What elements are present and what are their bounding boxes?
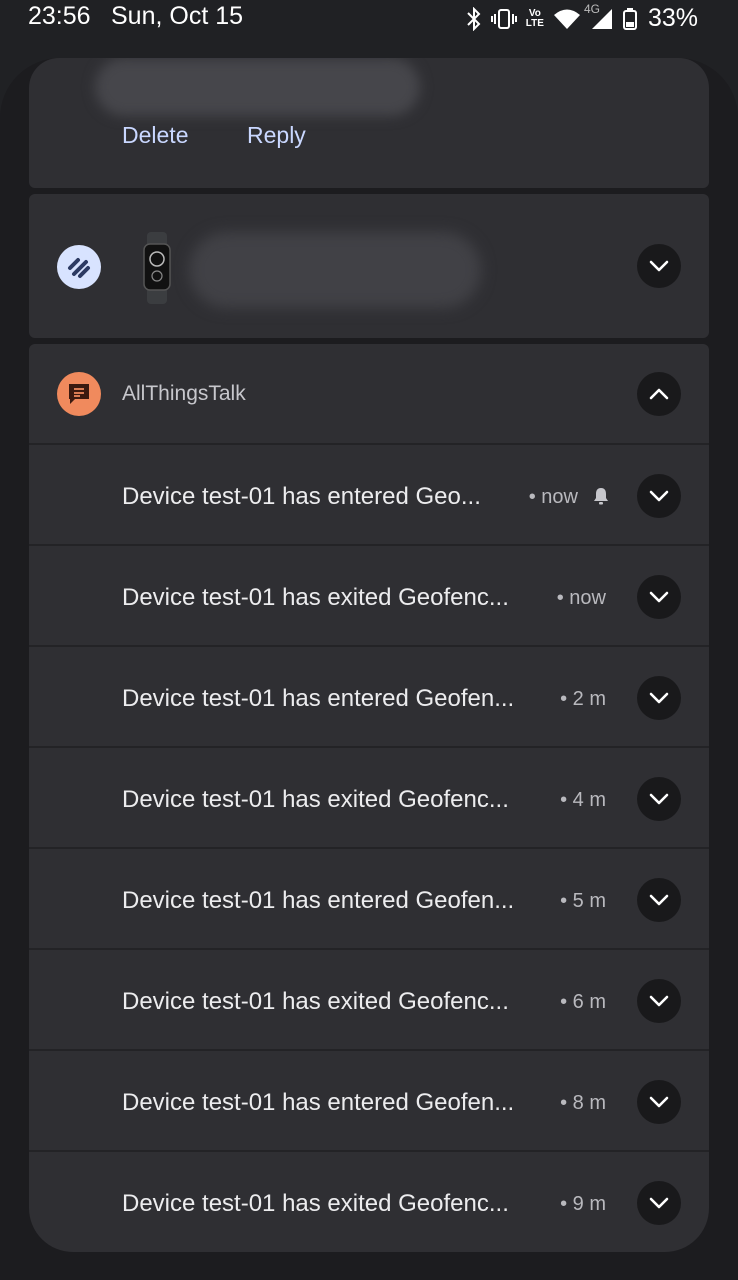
reply-button[interactable]: Reply: [247, 122, 306, 149]
notification-row[interactable]: Device test-01 has exited Geofenc... • n…: [29, 546, 709, 647]
bluetooth-icon: [466, 6, 482, 31]
status-icons: Vo LTE 4G 33%: [466, 2, 698, 33]
fitness-app-icon: [57, 245, 101, 289]
chevron-down-icon: [649, 793, 669, 805]
notification-time: • now: [556, 587, 606, 609]
vibrate-icon: [490, 8, 517, 30]
redacted-fitness-content: [189, 232, 481, 308]
notification-row[interactable]: Device test-01 has exited Geofenc... • 9…: [29, 1152, 709, 1251]
notification-time: • 4 m: [560, 789, 606, 811]
signal-icon: 4G: [584, 2, 614, 30]
expand-button[interactable]: [637, 575, 681, 619]
status-bar: 23:56 Sun, Oct 15 Vo LTE 4G 33%: [0, 0, 738, 34]
redacted-message-content: [95, 58, 420, 116]
notification-time: • 9 m: [560, 1193, 606, 1215]
expand-button[interactable]: [637, 1080, 681, 1124]
battery-percentage: 33%: [647, 4, 698, 32]
smart-band-image: [141, 232, 173, 309]
expand-button[interactable]: [637, 1181, 681, 1225]
chevron-down-icon: [649, 260, 669, 272]
expand-button[interactable]: [637, 777, 681, 821]
notification-time: • now: [528, 486, 578, 508]
collapse-button[interactable]: [637, 372, 681, 416]
notification-title: Device test-01 has exited Geofenc...: [122, 786, 509, 813]
chevron-down-icon: [649, 490, 669, 502]
notification-time: • 6 m: [560, 991, 606, 1013]
chevron-down-icon: [649, 1096, 669, 1108]
notification-title: Device test-01 has exited Geofenc...: [122, 1190, 509, 1217]
fitness-notification-card[interactable]: [29, 194, 709, 338]
expand-button[interactable]: [637, 878, 681, 922]
notification-time: • 8 m: [560, 1092, 606, 1114]
expand-button[interactable]: [637, 244, 681, 288]
chevron-down-icon: [649, 894, 669, 906]
notification-title: Device test-01 has exited Geofenc...: [122, 988, 509, 1015]
volte-icon: Vo LTE: [525, 7, 544, 29]
chevron-down-icon: [649, 692, 669, 704]
status-time: 23:56: [28, 2, 91, 30]
chevron-down-icon: [649, 1197, 669, 1209]
allthingstalk-notification-group: AllThingsTalk Device test-01 has entered…: [29, 344, 709, 1252]
battery-icon: [622, 7, 637, 30]
wifi-icon: [553, 8, 581, 30]
notification-title: Device test-01 has entered Geofen...: [122, 887, 515, 914]
notification-title: Device test-01 has entered Geo...: [122, 483, 481, 510]
notification-row[interactable]: Device test-01 has entered Geofen... • 8…: [29, 1051, 709, 1152]
message-notification-card[interactable]: Delete Reply: [29, 58, 709, 188]
bell-icon: [591, 486, 611, 511]
notification-row[interactable]: Device test-01 has entered Geo... • now: [29, 445, 709, 546]
chevron-up-icon: [649, 388, 669, 400]
group-header[interactable]: AllThingsTalk: [29, 344, 709, 445]
notification-row[interactable]: Device test-01 has exited Geofenc... • 4…: [29, 748, 709, 849]
notification-row[interactable]: Device test-01 has entered Geofen... • 5…: [29, 849, 709, 950]
delete-button[interactable]: Delete: [122, 122, 188, 149]
notification-title: Device test-01 has entered Geofen...: [122, 685, 515, 712]
notification-time: • 5 m: [560, 890, 606, 912]
app-name: AllThingsTalk: [122, 382, 246, 405]
expand-button[interactable]: [637, 676, 681, 720]
chevron-down-icon: [649, 591, 669, 603]
status-date: Sun, Oct 15: [111, 2, 244, 30]
chevron-down-icon: [649, 995, 669, 1007]
message-icon: [57, 372, 101, 416]
notification-row[interactable]: Device test-01 has exited Geofenc... • 6…: [29, 950, 709, 1051]
expand-button[interactable]: [637, 474, 681, 518]
notification-title: Device test-01 has entered Geofen...: [122, 1089, 515, 1116]
notification-row[interactable]: Device test-01 has entered Geofen... • 2…: [29, 647, 709, 748]
expand-button[interactable]: [637, 979, 681, 1023]
notification-title: Device test-01 has exited Geofenc...: [122, 584, 509, 611]
notification-time: • 2 m: [560, 688, 606, 710]
